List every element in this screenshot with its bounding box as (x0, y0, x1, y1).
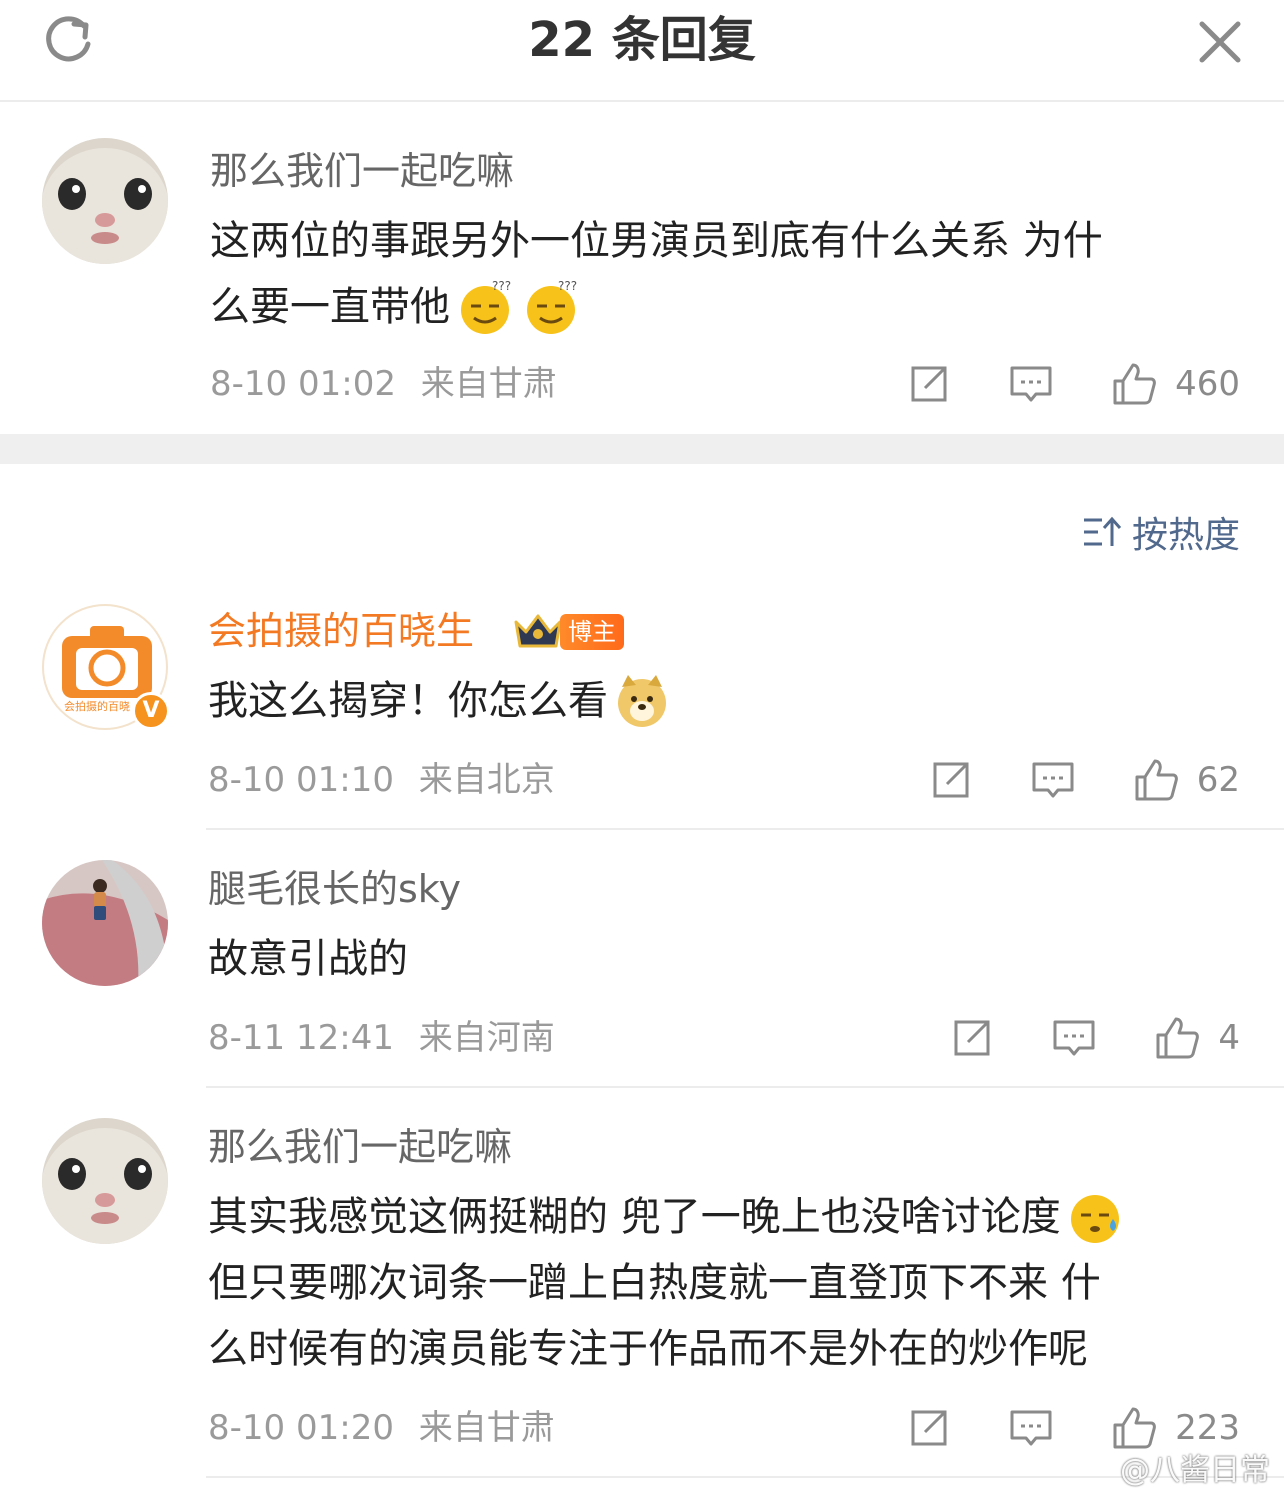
like-count: 460 (1175, 364, 1240, 404)
page-title: 22 条回复 (528, 12, 756, 68)
comment-text-line: 我这么揭穿！你怎么看 (208, 678, 608, 724)
comment-meta: 8-11 12:41 来自河南 (208, 1016, 555, 1060)
comment-text-line-emoji: 么要一直带他 ??? ??? (210, 274, 1240, 340)
thumbs-up-icon (1113, 363, 1156, 405)
comment-username[interactable]: 那么我们一起吃嘛 (208, 1122, 512, 1172)
like-count: 62 (1196, 760, 1240, 800)
comment-meta: 8-10 01:02 来自甘肃 (210, 362, 557, 406)
comment-text: 故意引战的 (208, 936, 408, 982)
reply-button[interactable] (1009, 362, 1053, 406)
comment-time: 8-10 01:10 (208, 760, 394, 800)
repost-icon (933, 762, 969, 798)
reply-button[interactable] (1009, 1406, 1053, 1450)
comment-time: 8-11 12:41 (208, 1018, 394, 1058)
avatar[interactable] (42, 138, 168, 264)
comment-text-line: 么要一直带他 (210, 284, 450, 330)
comment-text: 我这么揭穿！你怎么看 (208, 668, 670, 734)
sort-button[interactable]: 按热度 (1082, 506, 1240, 558)
comment-meta: 8-10 01:10 来自北京 (208, 758, 555, 802)
sort-icon (1083, 516, 1122, 546)
dizzy-emoji-icon: ??? (527, 279, 577, 334)
repost-icon (911, 366, 947, 402)
comment-text-line: 么时候有的演员能专注于作品而不是外在的炒作呢 (208, 1326, 1088, 1372)
repost-button[interactable] (907, 362, 951, 406)
like-count: 4 (1218, 1018, 1240, 1058)
comment-actions: 4 (892, 1013, 1240, 1063)
comment-actions: 460 (849, 359, 1240, 409)
comment-icon (1032, 762, 1074, 798)
comment-location: 来自甘肃 (420, 364, 557, 404)
verified-badge: V (132, 692, 170, 730)
blogger-label: 博主 (560, 614, 624, 650)
comment-location: 来自北京 (418, 760, 555, 800)
dizzy-emoji-icon: ??? (461, 279, 511, 334)
comment-text-line-emoji: 其实我感觉这俩挺糊的 兜了一晚上也没啥讨论度 (208, 1184, 1248, 1250)
comment-actions: 62 (871, 755, 1240, 805)
divider (206, 1086, 1284, 1088)
cat-avatar-icon (42, 138, 168, 264)
sweat-emoji-icon (1070, 1195, 1119, 1243)
doge-emoji-icon (618, 675, 666, 727)
crown-icon (514, 614, 562, 648)
comment-location: 来自甘肃 (418, 1408, 555, 1448)
svg-text:???: ??? (492, 279, 511, 293)
child-photo-avatar-icon (42, 860, 168, 986)
comment-text: 其实我感觉这俩挺糊的 兜了一晚上也没啥讨论度 但只要哪次词条一蹭上白热度就一直登… (208, 1184, 1248, 1382)
svg-text:???: ??? (558, 279, 577, 293)
reply-button[interactable] (1052, 1016, 1096, 1060)
like-button[interactable]: 62 (1133, 757, 1240, 803)
repost-button[interactable] (929, 758, 973, 802)
like-button[interactable]: 460 (1111, 361, 1240, 407)
divider (206, 828, 1284, 830)
comment-text-line: 但只要哪次词条一蹭上白热度就一直登顶下不来 什 (208, 1260, 1101, 1306)
close-icon[interactable] (1192, 14, 1248, 70)
reply-button[interactable] (1031, 758, 1075, 802)
comment-text-line: 这两位的事跟另外一位男演员到底有什么关系 为什 (210, 218, 1103, 264)
avatar[interactable] (42, 860, 168, 986)
root-comment: 那么我们一起吃嘛 这两位的事跟另外一位男演员到底有什么关系 为什 么要一直带他 … (0, 104, 1284, 434)
header-bar: 22 条回复 (0, 0, 1284, 102)
thumbs-up-icon (1135, 759, 1178, 801)
comment-username[interactable]: 腿毛很长的sky (208, 864, 461, 914)
repost-icon (954, 1020, 990, 1056)
section-divider (0, 434, 1284, 464)
avatar-caption: 会拍摄的百晓 (64, 700, 130, 713)
comment-time: 8-10 01:20 (208, 1408, 394, 1448)
repost-icon (911, 1410, 947, 1446)
repost-button[interactable] (907, 1406, 951, 1450)
comment-username[interactable]: 那么我们一起吃嘛 (210, 146, 514, 196)
comment-meta: 8-10 01:20 来自甘肃 (208, 1406, 555, 1450)
like-button[interactable]: 4 (1154, 1015, 1240, 1061)
sort-label: 按热度 (1131, 515, 1240, 556)
comment-text-line: 其实我感觉这俩挺糊的 兜了一晚上也没啥讨论度 (208, 1194, 1061, 1240)
repost-button[interactable] (950, 1016, 994, 1060)
thumbs-up-icon (1156, 1017, 1200, 1059)
comment-text: 这两位的事跟另外一位男演员到底有什么关系 为什 么要一直带他 ??? ??? (210, 208, 1240, 340)
blogger-badge: 博主 (512, 612, 624, 652)
comment-icon (1053, 1020, 1095, 1056)
comment-icon (1010, 366, 1052, 402)
comment-icon (1010, 1410, 1052, 1446)
comment-time: 8-10 01:02 (210, 364, 396, 404)
cat-avatar-icon (42, 1118, 168, 1244)
avatar[interactable] (42, 1118, 168, 1244)
watermark: @八酱日常 (1120, 1453, 1270, 1488)
comment-location: 来自河南 (418, 1018, 555, 1058)
comment-username[interactable]: 会拍摄的百晓生 (208, 606, 474, 656)
like-count: 223 (1175, 1408, 1240, 1448)
